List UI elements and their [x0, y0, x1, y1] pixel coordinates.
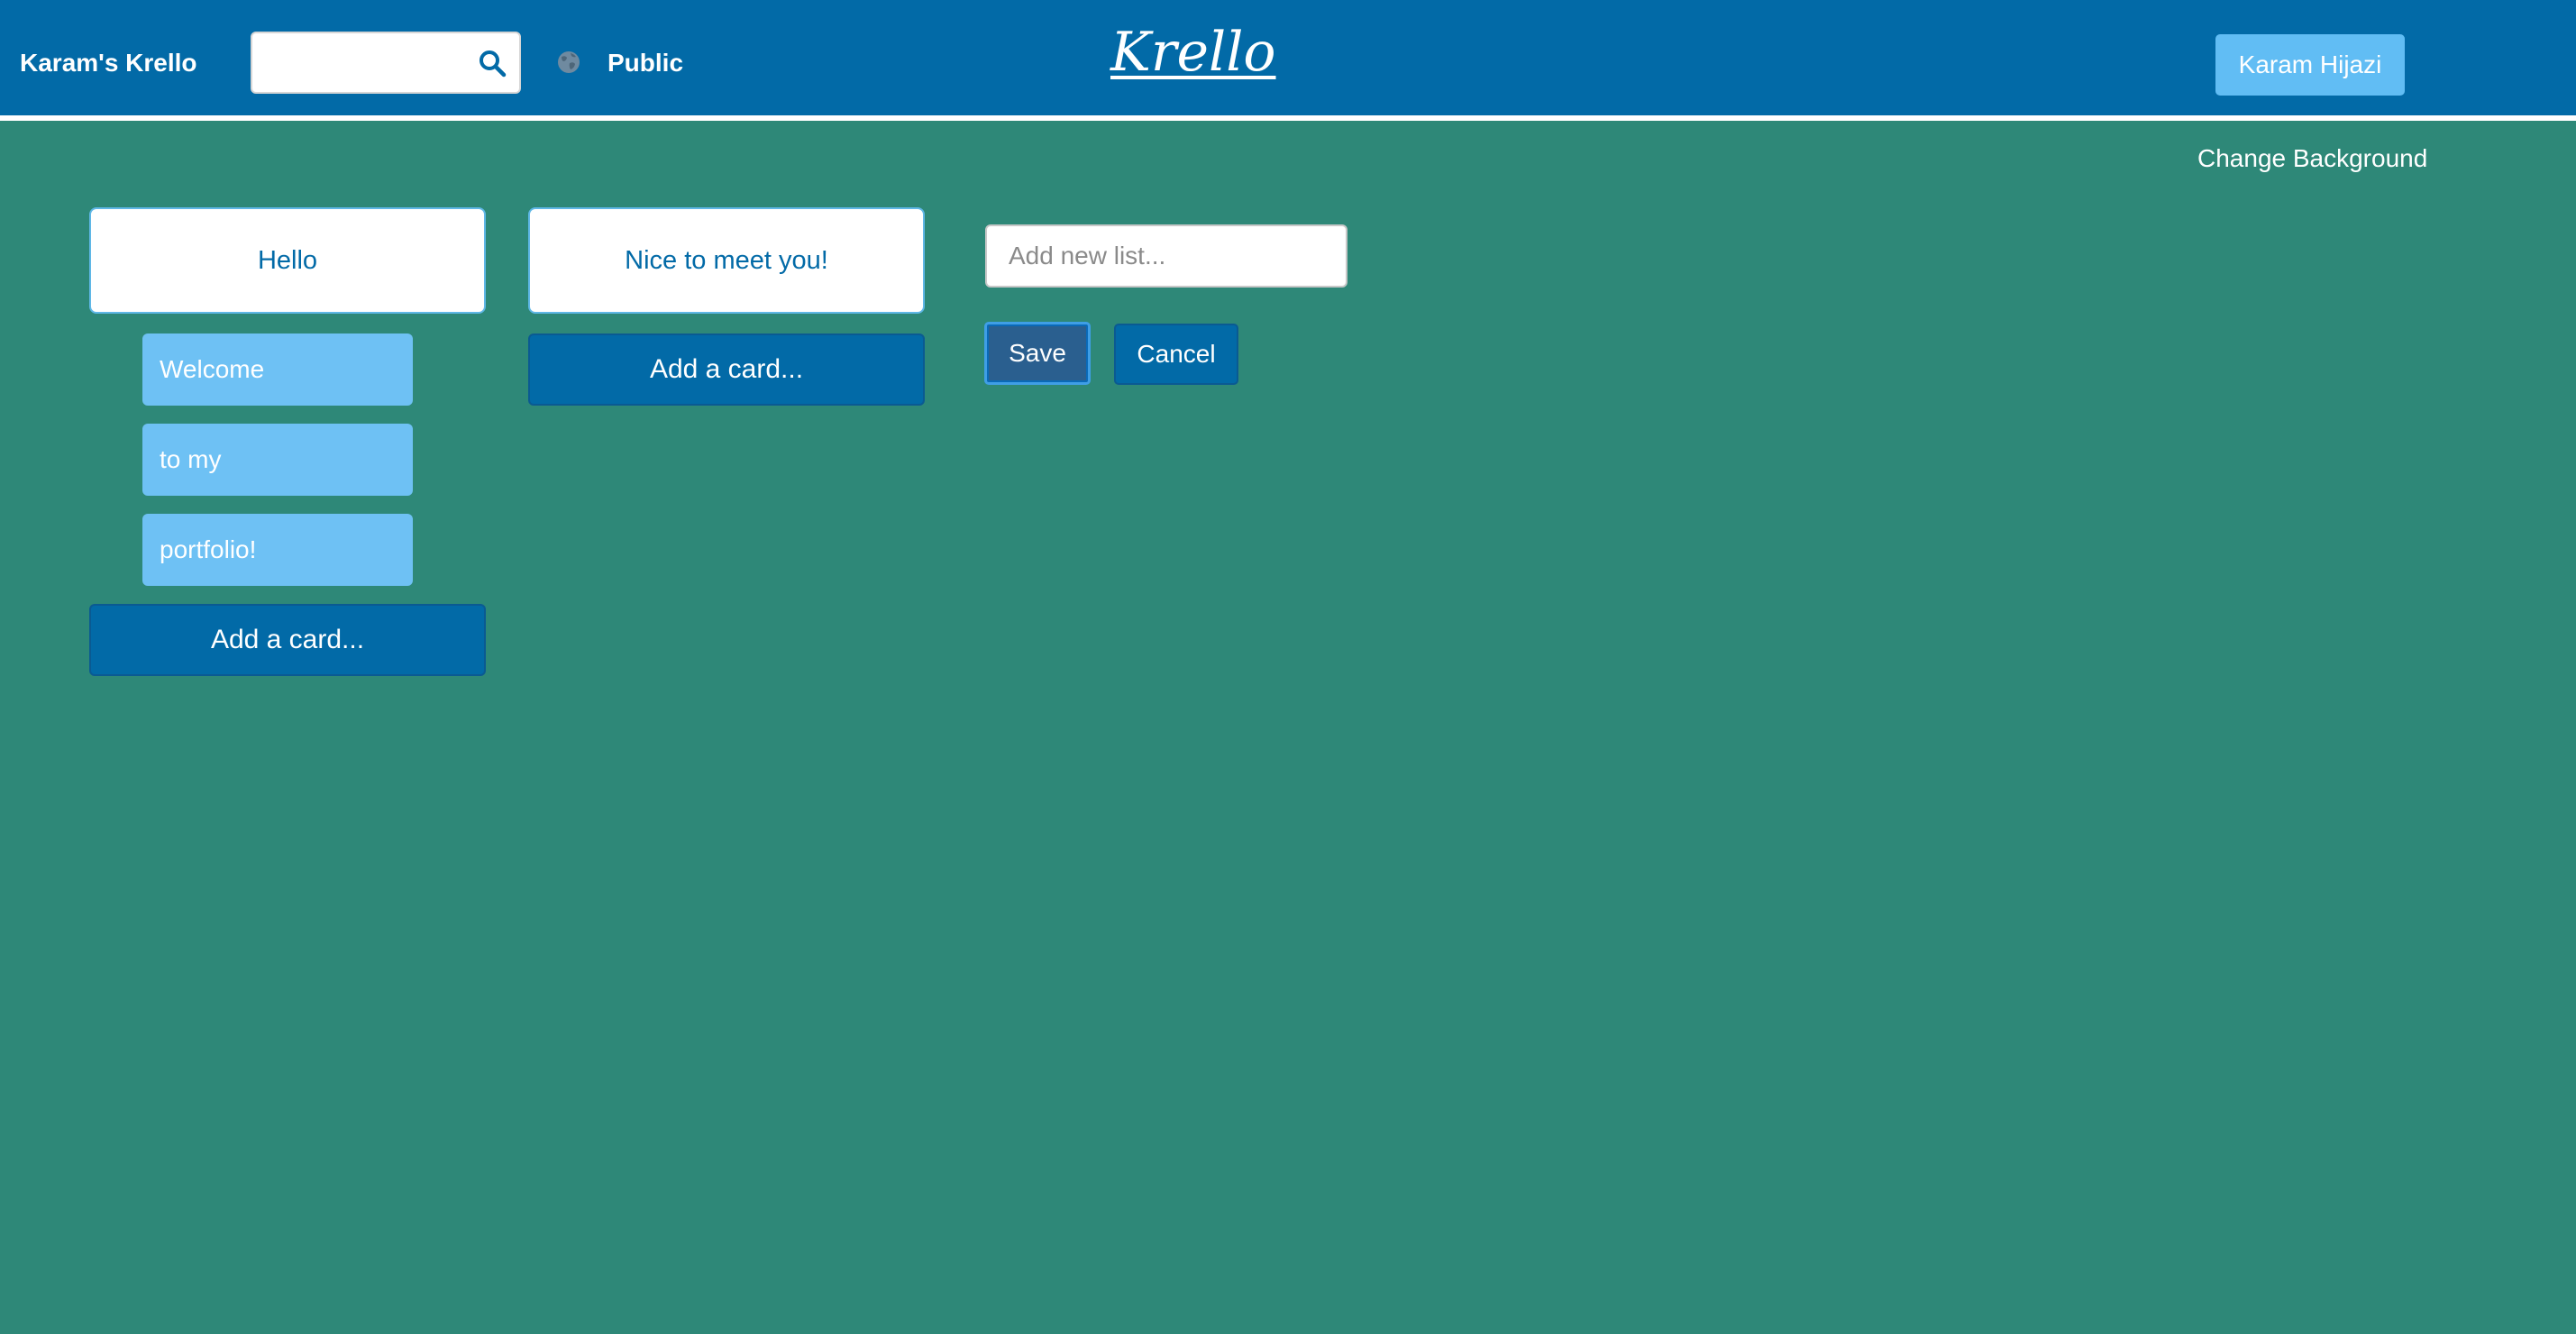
list-title-hello[interactable]: Hello — [89, 207, 486, 314]
card-welcome[interactable]: Welcome — [142, 334, 413, 406]
top-navbar: Karam's Krello Public Krello Karam Hijaz… — [0, 0, 2576, 121]
cancel-list-button[interactable]: Cancel — [1114, 324, 1238, 385]
card-to-my[interactable]: to my — [142, 424, 413, 496]
card-portfolio[interactable]: portfolio! — [142, 514, 413, 586]
list-title-nice-to-meet-you[interactable]: Nice to meet you! — [528, 207, 925, 314]
globe-icon — [558, 51, 580, 73]
search-icon[interactable] — [478, 49, 507, 78]
change-background-link[interactable]: Change Background — [2197, 142, 2427, 175]
new-list-input[interactable] — [985, 224, 1347, 288]
search-box[interactable] — [251, 32, 521, 94]
search-input[interactable] — [263, 44, 470, 82]
add-card-button[interactable]: Add a card... — [89, 604, 486, 676]
krello-logo[interactable]: Krello — [1110, 20, 1276, 85]
save-list-button[interactable]: Save — [984, 322, 1091, 385]
user-menu-button[interactable]: Karam Hijazi — [2215, 34, 2405, 96]
board-title[interactable]: Karam's Krello — [20, 47, 197, 79]
add-card-button[interactable]: Add a card... — [528, 334, 925, 406]
visibility-public-label[interactable]: Public — [607, 47, 683, 79]
